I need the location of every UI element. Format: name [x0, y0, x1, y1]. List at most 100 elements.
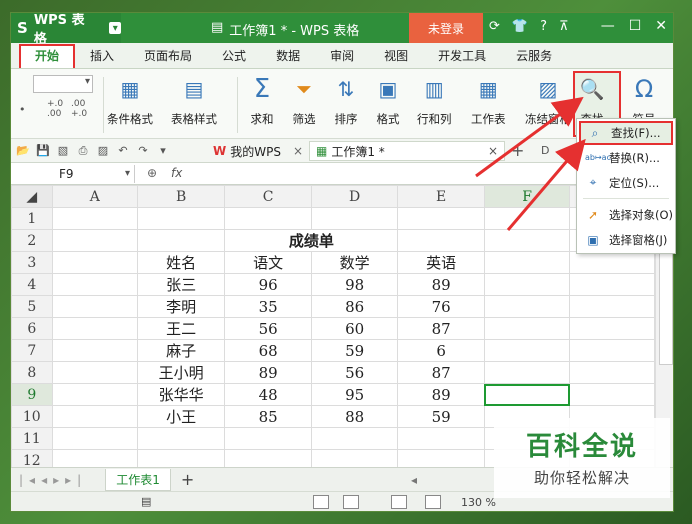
- cell[interactable]: [310, 449, 399, 467]
- cell[interactable]: [483, 339, 571, 362]
- table-style-button[interactable]: ▤ 表格样式: [171, 75, 217, 127]
- cell[interactable]: [310, 427, 399, 450]
- collapse-icon[interactable]: ⊼: [559, 19, 569, 34]
- cell[interactable]: [397, 207, 485, 230]
- comma-style-button[interactable]: •: [19, 103, 26, 116]
- cell[interactable]: [569, 339, 655, 362]
- row-header[interactable]: 4: [11, 273, 53, 296]
- cell[interactable]: 6: [397, 339, 485, 362]
- select-all-corner[interactable]: ◢: [11, 185, 53, 208]
- app-menu-button[interactable]: S WPS 表格 ▾: [11, 13, 121, 47]
- cell[interactable]: [136, 449, 226, 467]
- redo-icon[interactable]: ↷: [135, 144, 151, 158]
- tab-data[interactable]: 数据: [261, 43, 315, 69]
- new-tab-icon[interactable]: +: [511, 141, 524, 160]
- cell[interactable]: [397, 427, 485, 450]
- menu-item-select-object[interactable]: ➚ 选择对象(O): [577, 202, 675, 227]
- cell[interactable]: [569, 383, 655, 406]
- increase-decimal-button[interactable]: +.0 .00: [47, 99, 67, 119]
- cell[interactable]: 85: [224, 405, 312, 428]
- font-dropdown[interactable]: [33, 75, 93, 93]
- cell[interactable]: 59: [397, 405, 485, 428]
- cell[interactable]: [483, 317, 571, 340]
- row-header[interactable]: 9: [11, 383, 53, 406]
- cell[interactable]: 88: [310, 405, 399, 428]
- open-folder-icon[interactable]: 📂: [15, 144, 31, 158]
- tab-home[interactable]: 开始: [19, 43, 76, 68]
- cell[interactable]: 李明: [136, 295, 226, 318]
- cell[interactable]: [569, 361, 655, 384]
- cell[interactable]: [224, 207, 312, 230]
- column-header[interactable]: F: [483, 185, 571, 208]
- reading-view-button[interactable]: [391, 495, 407, 509]
- sheet-title-cell[interactable]: 成绩单: [224, 229, 399, 252]
- selected-cell[interactable]: [483, 383, 571, 406]
- cell[interactable]: [51, 251, 138, 274]
- close-icon[interactable]: ✕: [655, 18, 667, 34]
- close-icon[interactable]: ×: [293, 144, 303, 158]
- cell[interactable]: [569, 317, 655, 340]
- name-box[interactable]: F9: [17, 165, 135, 183]
- minimize-icon[interactable]: —: [601, 18, 615, 34]
- maximize-icon[interactable]: ☐: [629, 18, 642, 34]
- cell[interactable]: [51, 207, 138, 230]
- menu-item-selection-pane[interactable]: ▣ 选择窗格(J): [577, 227, 675, 252]
- row-header[interactable]: 6: [11, 317, 53, 340]
- row-header[interactable]: 7: [11, 339, 53, 362]
- tab-insert[interactable]: 插入: [75, 43, 129, 69]
- tab-my-wps[interactable]: W 我的WPS ×: [207, 141, 309, 161]
- cell[interactable]: [569, 295, 655, 318]
- refresh-icon[interactable]: ⟳: [489, 19, 500, 34]
- cell[interactable]: 95: [310, 383, 399, 406]
- cell[interactable]: [51, 361, 138, 384]
- cell[interactable]: [483, 295, 571, 318]
- header-cell[interactable]: 数学: [310, 251, 399, 274]
- rows-cols-button[interactable]: ▥ 行和列: [417, 75, 452, 127]
- cell[interactable]: [483, 251, 571, 274]
- cell[interactable]: [136, 427, 226, 450]
- cell[interactable]: [397, 229, 485, 252]
- cell[interactable]: [51, 427, 138, 450]
- row-header[interactable]: 3: [11, 251, 53, 274]
- undo-icon[interactable]: ↶: [115, 144, 131, 158]
- customize-icon[interactable]: ▾: [155, 144, 171, 158]
- cell[interactable]: 60: [310, 317, 399, 340]
- tab-developer[interactable]: 开发工具: [423, 43, 501, 69]
- zoom-level[interactable]: 130 %: [461, 496, 496, 509]
- cell[interactable]: [136, 207, 226, 230]
- help-icon[interactable]: ?: [540, 19, 547, 34]
- cell[interactable]: 张华华: [136, 383, 226, 406]
- cell[interactable]: [224, 427, 312, 450]
- row-header[interactable]: 8: [11, 361, 53, 384]
- cell[interactable]: 小王: [136, 405, 226, 428]
- cell[interactable]: [51, 273, 138, 296]
- cell[interactable]: [483, 229, 571, 252]
- cell[interactable]: 89: [224, 361, 312, 384]
- cell[interactable]: 98: [310, 273, 399, 296]
- sheet-tab[interactable]: 工作表1: [105, 468, 171, 491]
- cell[interactable]: [136, 229, 226, 252]
- cell[interactable]: 89: [397, 383, 485, 406]
- cell[interactable]: [397, 449, 485, 467]
- cell[interactable]: 87: [397, 361, 485, 384]
- filter-button[interactable]: ⏷ 筛选: [291, 75, 317, 127]
- sheet-nav-arrows[interactable]: |◂◂▸▸|: [19, 473, 87, 487]
- tab-cloud[interactable]: 云服务: [501, 43, 567, 69]
- shirt-icon[interactable]: 👕: [512, 19, 528, 34]
- cell[interactable]: [51, 317, 138, 340]
- tab-workbook[interactable]: ▦ 工作簿1 * ×: [309, 141, 505, 161]
- hscroll-left-icon[interactable]: ◂: [411, 473, 417, 487]
- column-header[interactable]: A: [51, 185, 138, 208]
- cell[interactable]: 56: [224, 317, 312, 340]
- cell[interactable]: 56: [310, 361, 399, 384]
- freeze-panes-button[interactable]: ▨ 冻结窗格: [525, 75, 571, 127]
- cell[interactable]: [483, 361, 571, 384]
- conditional-format-button[interactable]: ▦ 条件格式: [107, 75, 153, 127]
- sum-button[interactable]: Σ 求和: [249, 74, 275, 127]
- sort-button[interactable]: ⇅ 排序: [333, 75, 359, 127]
- page-break-view-button[interactable]: [343, 495, 359, 509]
- menu-item-goto[interactable]: ⌖ 定位(S)...: [577, 170, 675, 195]
- cell[interactable]: 王小明: [136, 361, 226, 384]
- cell[interactable]: 张三: [136, 273, 226, 296]
- cell[interactable]: [569, 251, 655, 274]
